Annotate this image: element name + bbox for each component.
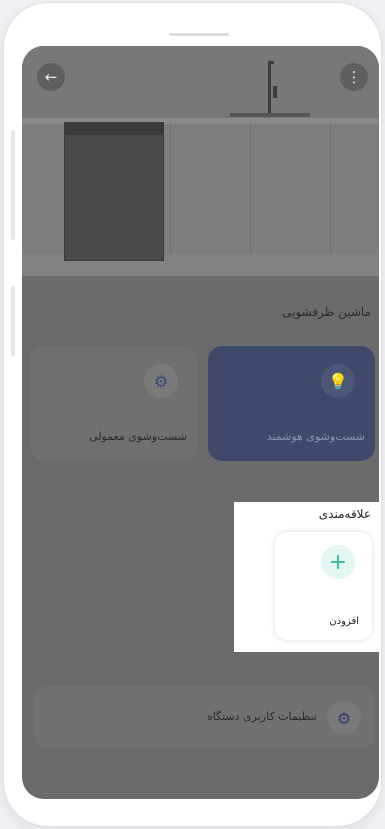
kitchen-wall: [22, 46, 379, 124]
add-favorite-card[interactable]: + افزودن: [275, 532, 372, 640]
mode-card-normal-wash[interactable]: ⚙ شست‌وشوی معمولی: [30, 346, 197, 461]
phone-side-button: [11, 130, 15, 240]
cabinet-divider: [170, 124, 171, 254]
gear-icon: ⚙: [327, 701, 361, 735]
device-hero-image: ← ⋮: [22, 46, 379, 276]
washer-icon: ⚙: [144, 364, 178, 398]
faucet-handle: [273, 86, 277, 98]
cabinet-divider: [250, 124, 251, 254]
phone-speaker: [169, 33, 229, 36]
sink: [230, 113, 310, 117]
mode-label: شست‌وشوی معمولی: [89, 430, 187, 443]
faucet: [268, 61, 271, 113]
dishwasher-control-panel: [65, 123, 163, 135]
mode-card-smart-wash[interactable]: 💡 شست‌وشوی هوشمند: [208, 346, 375, 461]
faucet-spout: [268, 61, 274, 64]
add-favorite-label: افزودن: [329, 616, 359, 627]
phone-side-button: [11, 286, 15, 356]
device-settings-label: تنظیمات کاربری دستگاه: [206, 710, 317, 723]
back-button[interactable]: ←: [37, 63, 65, 91]
favorites-title: علاقه‌مندی: [318, 507, 371, 521]
plus-icon: +: [321, 545, 355, 579]
arrow-left-icon: ←: [44, 68, 58, 86]
mode-label: شست‌وشوی هوشمند: [266, 430, 365, 443]
lightbulb-glyph: 💡: [328, 371, 348, 391]
device-title: ماشین ظرفشویی: [282, 305, 371, 319]
more-menu-button[interactable]: ⋮: [340, 63, 368, 91]
gear-glyph: ⚙: [336, 708, 352, 728]
device-settings-row[interactable]: ⚙ تنظیمات کاربری دستگاه: [34, 686, 375, 749]
dishwasher-image: [64, 122, 164, 261]
app-screen: ← ⋮ ماشین ظرفشویی 💡 شست‌وشوی هوشمند ⚙ شس…: [22, 46, 379, 799]
favorites-section: علاقه‌مندی + افزودن: [234, 502, 379, 652]
lightbulb-sparkle-icon: 💡: [321, 364, 355, 398]
cabinet-divider: [330, 124, 331, 254]
washer-glyph: ⚙: [153, 371, 169, 391]
more-vertical-icon: ⋮: [346, 68, 362, 86]
